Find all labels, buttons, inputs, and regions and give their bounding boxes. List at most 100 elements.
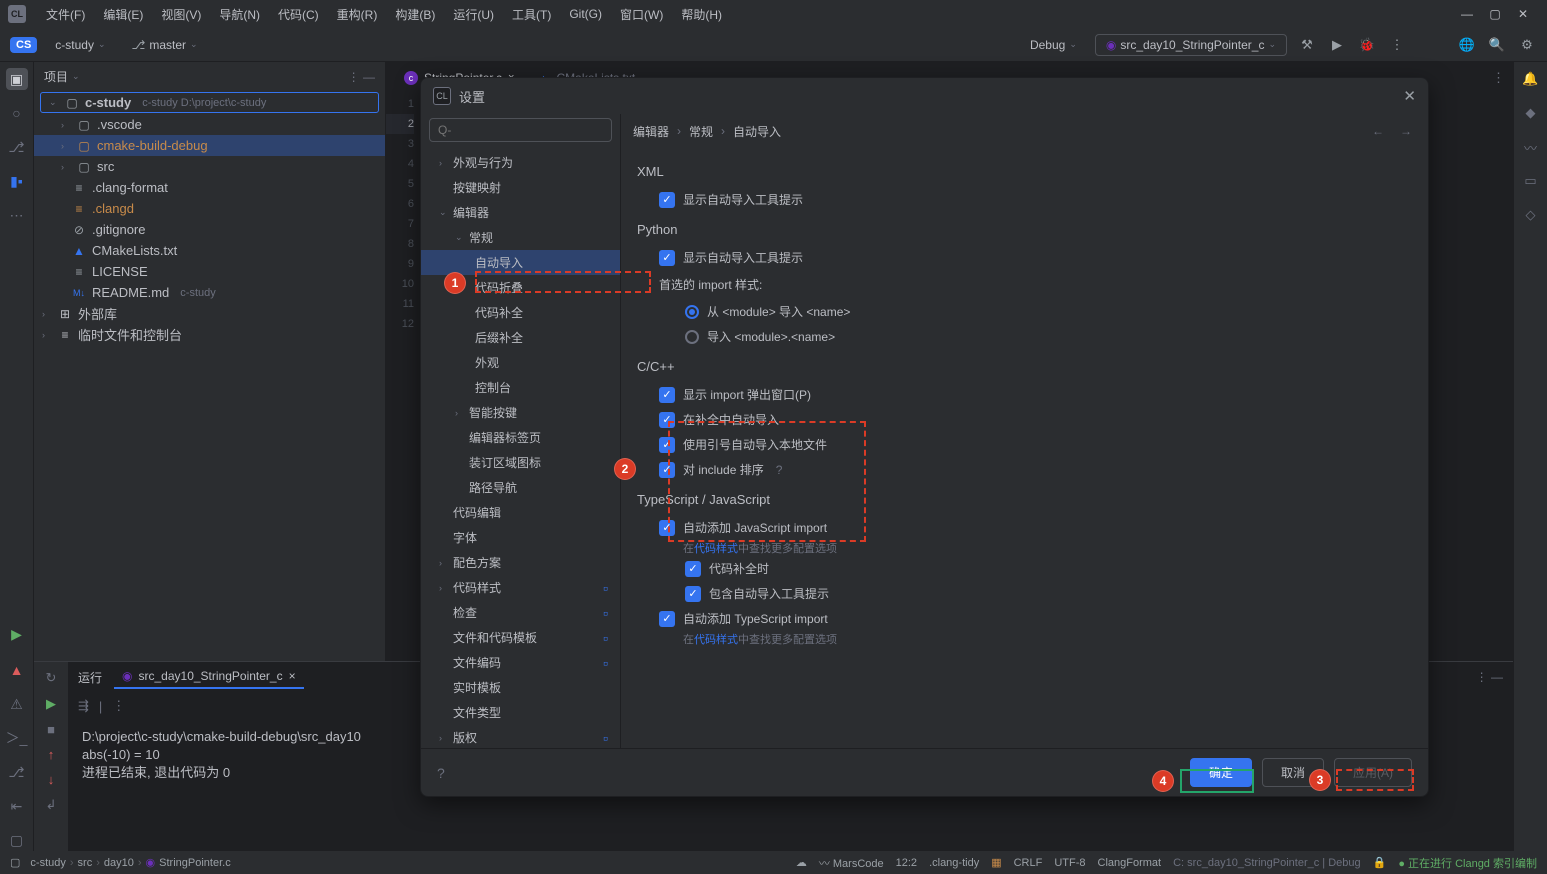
db-icon[interactable]: ▭ (1520, 170, 1542, 192)
vcs-branch[interactable]: ⎇master⌄ (124, 35, 206, 55)
status-marscode[interactable]: 〰 MarsCode (819, 855, 884, 871)
up-icon[interactable]: ↑ (48, 747, 55, 762)
status-grid-icon[interactable]: ▦ (991, 856, 1001, 869)
status-lock-icon[interactable]: 🔒 (1373, 856, 1387, 869)
tree-root[interactable]: ⌄▢ c-study c-study D:\project\c-study (40, 92, 379, 113)
minimize-button[interactable]: — (1459, 7, 1475, 21)
cmake-tool-icon[interactable]: ▲ (6, 659, 28, 681)
more-icon[interactable]: ⋮ — (348, 70, 375, 84)
run-icon[interactable]: ▶ (1327, 35, 1347, 55)
tree-ext-libs[interactable]: ›⊞外部库 (34, 303, 385, 324)
cpp-auto-import-completion-checkbox[interactable]: ✓在补全中自动导入 (637, 407, 1412, 432)
ok-button[interactable]: 确定 (1190, 758, 1252, 787)
python-import-module-radio[interactable]: 导入 <module>.<name> (637, 324, 1412, 349)
project-panel-header[interactable]: 项目⌄ ⋮ — (34, 62, 385, 91)
status-indexing[interactable]: ● 正在进行 Clangd 索引编制 (1398, 855, 1537, 871)
more-icon[interactable]: ⋮ (1387, 35, 1407, 55)
filter-icon[interactable]: ⇶ (78, 698, 89, 714)
branch-tool-icon[interactable]: ⎇ (6, 136, 28, 158)
menu-help[interactable]: 帮助(H) (673, 3, 730, 26)
build-icon[interactable]: ⚒ (1297, 35, 1317, 55)
nav-encodings[interactable]: 文件编码▫ (421, 650, 620, 675)
nav-completion[interactable]: 代码补全 (421, 300, 620, 325)
nav-forward-icon[interactable]: → (1396, 122, 1416, 140)
notif-icon[interactable]: 🔔 (1520, 68, 1542, 90)
menu-git[interactable]: Git(G) (561, 4, 610, 24)
menu-code[interactable]: 代码(C) (270, 3, 327, 26)
help-button[interactable]: ? (437, 765, 445, 781)
debug-icon[interactable]: 🐞 (1357, 35, 1377, 55)
nav-codeedit[interactable]: 代码编辑 (421, 500, 620, 525)
structure-tool-icon[interactable]: ▮▪ (6, 170, 28, 192)
marscode-icon[interactable]: 〰 (1520, 136, 1542, 158)
nav-appearance[interactable]: ›外观与行为 (421, 150, 620, 175)
nav-codestyle[interactable]: ›代码样式▫ (421, 575, 620, 600)
status-format[interactable]: ClangFormat (1098, 857, 1162, 869)
rerun-icon[interactable]: ↻ (46, 670, 57, 686)
exit-icon[interactable]: ⇤ (6, 795, 28, 817)
tool-window-toggle[interactable]: ▢ (10, 856, 20, 869)
nav-copyright[interactable]: ›版权▫ (421, 725, 620, 748)
apply-button[interactable]: 应用(A) (1334, 758, 1412, 787)
status-caret[interactable]: 12:2 (896, 857, 917, 869)
nav-editor[interactable]: ⌄编辑器 (421, 200, 620, 225)
run-tab-target[interactable]: ◉src_day10_StringPointer_c× (114, 665, 304, 689)
menu-build[interactable]: 构建(B) (387, 3, 443, 26)
help-icon[interactable]: ? (776, 463, 783, 477)
settings-search-input[interactable] (429, 118, 612, 142)
nav-keymap[interactable]: 按键映射 (421, 175, 620, 200)
tree-item-readme[interactable]: M↓README.mdc-study (34, 282, 385, 303)
python-show-hints-checkbox[interactable]: ✓显示自动导入工具提示 (637, 245, 1412, 270)
nav-auto-import[interactable]: 自动导入 (421, 250, 620, 275)
menu-view[interactable]: 视图(V) (153, 3, 209, 26)
editor-more-icon[interactable]: ⋮ (1492, 70, 1505, 86)
tree-item-src[interactable]: ›▢src (34, 156, 385, 177)
gear-icon[interactable]: ⚙ (1517, 35, 1537, 55)
status-encoding[interactable]: UTF-8 (1054, 857, 1085, 869)
menu-file[interactable]: 文件(F) (38, 3, 93, 26)
panel-more-icon[interactable]: ⋮ — (1476, 670, 1503, 684)
toolbar-more-icon[interactable]: ⋮ (112, 698, 125, 714)
xml-show-hints-checkbox[interactable]: ✓显示自动导入工具提示 (637, 187, 1412, 212)
nav-postfix[interactable]: 后缀补全 (421, 325, 620, 350)
cpp-show-popup-checkbox[interactable]: ✓显示 import 弹出窗口(P) (637, 382, 1412, 407)
tree-item-clangformat[interactable]: ≡.clang-format (34, 177, 385, 198)
nav-filetypes[interactable]: 文件类型 (421, 700, 620, 725)
tree-item-vscode[interactable]: ›▢.vscode (34, 114, 385, 135)
nav-tabs[interactable]: 编辑器标签页 (421, 425, 620, 450)
nav-console[interactable]: 控制台 (421, 375, 620, 400)
project-dropdown[interactable]: c-study⌄ (47, 35, 113, 55)
build-config[interactable]: Debug⌄ (1022, 35, 1085, 55)
code-style-link[interactable]: 代码样式 (694, 543, 738, 555)
status-line-sep[interactable]: CRLF (1014, 857, 1043, 869)
nav-font[interactable]: 字体 (421, 525, 620, 550)
tree-scratches[interactable]: ›≡临时文件和控制台 (34, 324, 385, 345)
ts-hints-checkbox[interactable]: ✓包含自动导入工具提示 (637, 581, 1412, 606)
status-context[interactable]: C: src_day10_StringPointer_c | Debug (1173, 857, 1361, 869)
menu-navigate[interactable]: 导航(N) (211, 3, 268, 26)
menu-tools[interactable]: 工具(T) (504, 3, 559, 26)
problems-icon[interactable]: ⚠ (6, 693, 28, 715)
terminal-icon[interactable]: ＞_ (6, 727, 28, 749)
dialog-close-icon[interactable]: ✕ (1403, 87, 1416, 105)
box-icon[interactable]: ▢ (6, 829, 28, 851)
ts-completion-checkbox[interactable]: ✓代码补全时 (637, 556, 1412, 581)
nav-livetemplates[interactable]: 实时模板 (421, 675, 620, 700)
tree-item-cmake-build[interactable]: ›▢cmake-build-debug (34, 135, 385, 156)
nav-smartkeys[interactable]: ›智能按键 (421, 400, 620, 425)
close-button[interactable]: ✕ (1515, 7, 1531, 21)
wrap-icon[interactable]: ↲ (46, 797, 57, 813)
tree-item-gitignore[interactable]: ⊘.gitignore (34, 219, 385, 240)
code-style-link[interactable]: 代码样式 (694, 634, 738, 646)
cpp-quote-local-checkbox[interactable]: ✓使用引号自动导入本地文件 (637, 432, 1412, 457)
cancel-button[interactable]: 取消 (1262, 758, 1324, 787)
ts-auto-js-import-checkbox[interactable]: ✓自动添加 JavaScript import (637, 515, 1412, 540)
cpp-sort-includes-checkbox[interactable]: ✓对 include 排序? (637, 457, 1412, 482)
nav-colors[interactable]: ›配色方案 (421, 550, 620, 575)
tree-item-clangd[interactable]: ≡.clangd (34, 198, 385, 219)
nav-back-icon[interactable]: ← (1368, 122, 1388, 140)
maximize-button[interactable]: ▢ (1487, 7, 1503, 21)
nav-code-templates[interactable]: 文件和代码模板▫ (421, 625, 620, 650)
breadcrumb[interactable]: c-study› src› day10› ◉StringPointer.c (30, 856, 230, 869)
run-config[interactable]: ◉src_day10_StringPointer_c⌄ (1095, 34, 1287, 56)
